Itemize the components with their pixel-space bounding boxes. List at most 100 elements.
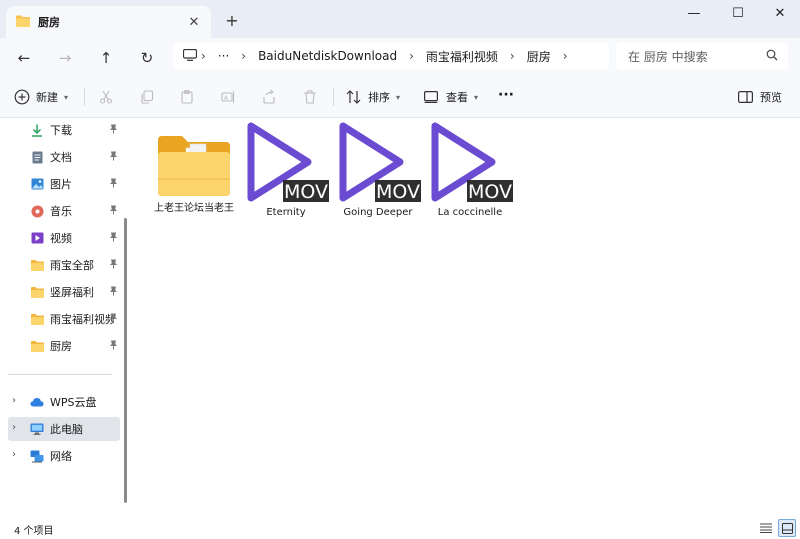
document-icon (30, 150, 44, 164)
more-options-button[interactable]: ··· (498, 84, 514, 106)
sidebar-item-kitchen[interactable]: 厨房 (8, 334, 120, 358)
folder-icon (150, 128, 238, 218)
refresh-button[interactable]: ↻ (134, 45, 160, 71)
chevron-right-icon: › (509, 49, 515, 63)
sidebar-scrollbar[interactable] (124, 218, 127, 503)
pin-icon (109, 340, 118, 353)
rename-icon[interactable]: A (219, 88, 237, 106)
breadcrumb-item[interactable]: BaiduNetdiskDownload (258, 49, 397, 63)
sidebar-item-network[interactable]: › 网络 (8, 444, 120, 468)
forward-button[interactable]: → (52, 45, 78, 71)
pin-icon (109, 205, 118, 218)
view-button[interactable]: 查看 ▾ (424, 86, 478, 108)
sort-button[interactable]: 排序 ▾ (346, 86, 400, 108)
share-icon[interactable] (260, 88, 278, 106)
details-view-button[interactable] (757, 519, 775, 537)
music-icon (30, 204, 44, 218)
sidebar-item-vertical-welfare[interactable]: 竖屏福利 (8, 280, 120, 304)
pin-icon (109, 124, 118, 137)
chevron-right-icon[interactable]: › (12, 422, 16, 433)
video-file-icon: MOV (242, 122, 330, 212)
chevron-right-icon[interactable]: › (563, 49, 568, 63)
file-view: 上老王论坛当老王 MOV Eternity MOV Going Deeper M… (134, 118, 800, 520)
file-item-video[interactable]: MOV Eternity (242, 122, 330, 219)
file-item-video[interactable]: MOV La coccinelle (426, 122, 514, 219)
sidebar-item-videos[interactable]: 视频 (8, 226, 120, 250)
chevron-down-icon: ▾ (64, 92, 69, 102)
view-icon (424, 91, 438, 103)
folder-icon (30, 258, 44, 272)
copy-icon[interactable] (138, 88, 156, 106)
cut-icon[interactable] (97, 88, 115, 106)
command-bar: 新建 ▾ A 排序 ▾ 查看 ▾ ··· 预览 (0, 76, 800, 118)
preview-pane-icon (738, 91, 753, 103)
address-bar[interactable]: › ··· › BaiduNetdiskDownload › 雨宝福利视频 › … (173, 42, 609, 70)
search-input[interactable]: 在 厨房 中搜索 (616, 42, 788, 70)
computer-icon (30, 422, 44, 436)
sidebar-item-documents[interactable]: 文档 (8, 145, 120, 169)
new-tab-button[interactable]: + (222, 10, 242, 30)
breadcrumb-item[interactable]: 雨宝福利视频 (426, 48, 498, 65)
folder-icon (30, 339, 44, 353)
sidebar-divider (8, 374, 112, 375)
folder-icon (30, 285, 44, 299)
file-item-folder[interactable]: 上老王论坛当老王 (150, 128, 238, 215)
mov-badge: MOV (376, 181, 420, 203)
chevron-down-icon: ▾ (396, 92, 401, 102)
navigation-pane: 下载 文档 图片 音乐 视频 雨宝全部 竖屏福利 雨宝福利视频 厨房 › WPS… (0, 118, 132, 520)
chevron-right-icon[interactable]: › (12, 449, 16, 460)
maximize-button[interactable]: ☐ (718, 0, 758, 26)
sidebar-item-yubao-videos[interactable]: 雨宝福利视频 (8, 307, 120, 331)
network-icon (30, 449, 44, 463)
pin-icon (109, 313, 118, 326)
status-bar: 4 个项目 (0, 520, 800, 539)
pin-icon (109, 232, 118, 245)
folder-icon (16, 15, 30, 30)
download-icon (30, 123, 44, 137)
tab-title: 厨房 (38, 16, 60, 29)
pin-icon (109, 259, 118, 272)
folder-icon (30, 312, 44, 326)
large-icons-view-button[interactable] (778, 519, 796, 537)
file-item-video[interactable]: MOV Going Deeper (334, 122, 422, 219)
back-button[interactable]: ← (11, 45, 37, 71)
preview-pane-button[interactable]: 预览 (738, 86, 782, 108)
chevron-right-icon: › (409, 49, 414, 63)
chevron-down-icon: ▾ (474, 92, 479, 102)
plus-circle-icon (14, 89, 30, 105)
pin-icon (109, 286, 118, 299)
toolbar-divider (333, 88, 334, 106)
mov-badge: MOV (284, 181, 328, 203)
video-icon (30, 231, 44, 245)
chevron-right-icon: › (201, 49, 206, 63)
video-file-icon: MOV (334, 122, 422, 212)
up-button[interactable]: ↑ (93, 45, 119, 71)
breadcrumb-item[interactable]: 厨房 (527, 48, 551, 65)
grid-icon (781, 522, 793, 534)
sidebar-item-downloads[interactable]: 下载 (8, 118, 120, 142)
sidebar-item-pictures[interactable]: 图片 (8, 172, 120, 196)
paste-icon[interactable] (178, 88, 196, 106)
tab-close-button[interactable]: ✕ (185, 13, 203, 31)
tab-active[interactable]: 厨房 ✕ (6, 6, 211, 38)
toolbar-divider (84, 88, 85, 106)
chevron-right-icon[interactable]: › (12, 395, 16, 406)
mov-badge: MOV (468, 181, 512, 203)
minimize-button[interactable]: — (674, 0, 714, 26)
list-icon (760, 523, 772, 533)
sidebar-item-music[interactable]: 音乐 (8, 199, 120, 223)
title-bar: 厨房 ✕ + — ☐ ✕ (0, 0, 800, 38)
chevron-right-icon: › (241, 49, 247, 63)
sidebar-item-wps-cloud[interactable]: › WPS云盘 (8, 390, 120, 414)
breadcrumb-more[interactable]: ··· (218, 49, 229, 63)
item-count: 4 个项目 (14, 526, 54, 537)
monitor-icon (182, 48, 198, 64)
close-button[interactable]: ✕ (760, 0, 800, 26)
sidebar-item-this-pc[interactable]: › 此电脑 (8, 417, 120, 441)
cloud-icon (30, 395, 44, 409)
sidebar-item-yubao-all[interactable]: 雨宝全部 (8, 253, 120, 277)
video-file-icon: MOV (426, 122, 514, 212)
pin-icon (109, 178, 118, 191)
delete-icon[interactable] (301, 88, 319, 106)
new-button[interactable]: 新建 ▾ (14, 86, 68, 108)
